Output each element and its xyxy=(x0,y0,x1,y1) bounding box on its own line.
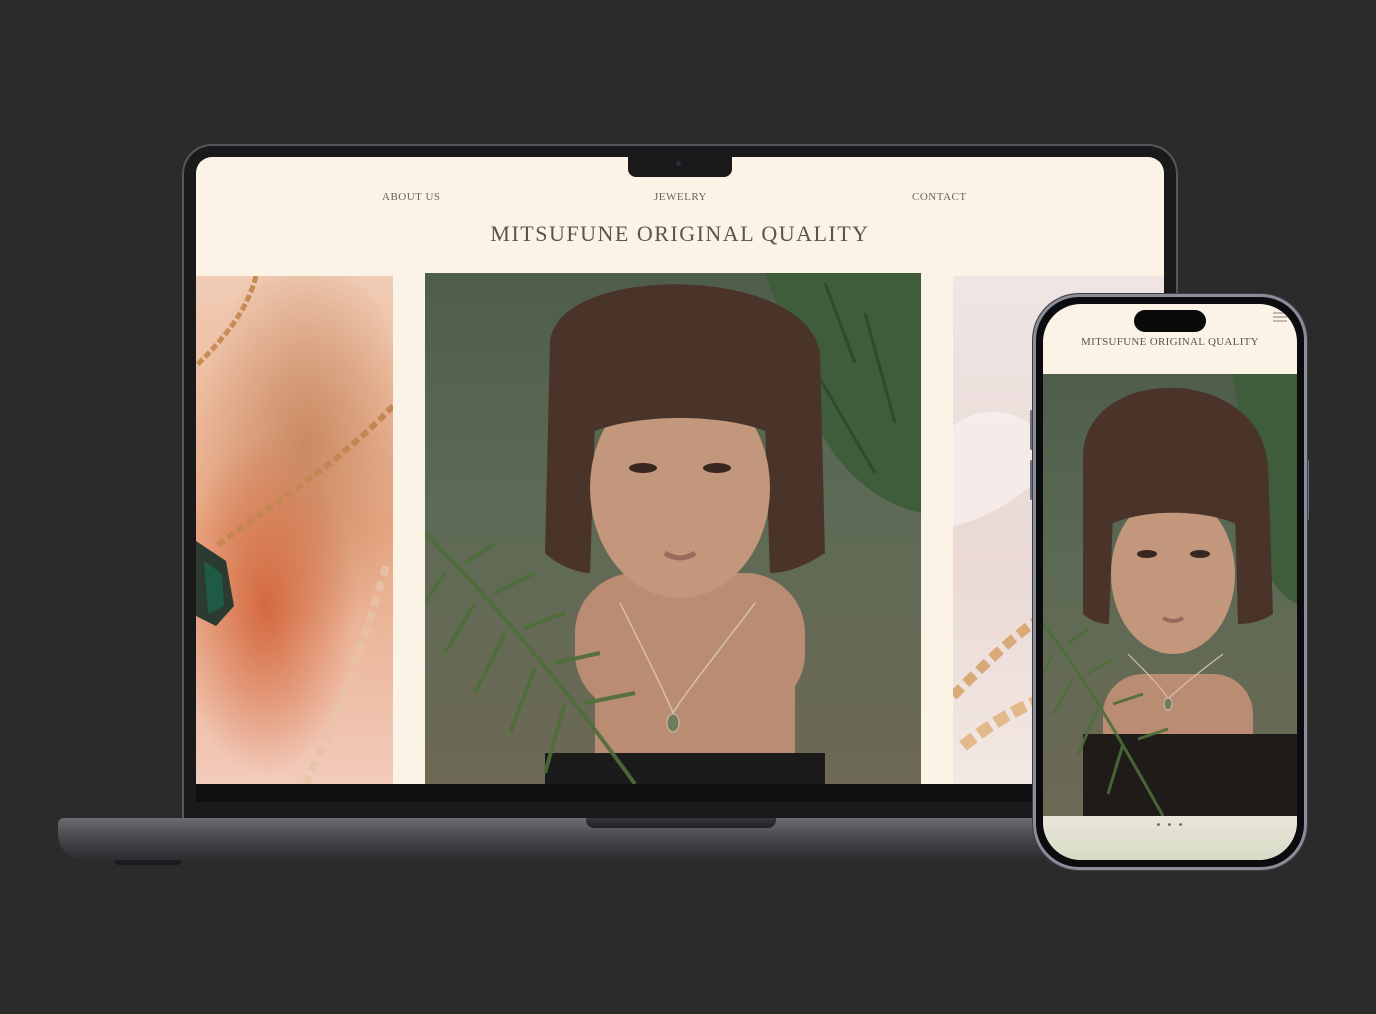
camera-icon xyxy=(676,161,681,166)
phone-site-title: MITSUFUNE ORIGINAL QUALITY xyxy=(1081,336,1259,348)
nav-about-us[interactable]: ABOUT US xyxy=(382,191,441,203)
dynamic-island xyxy=(1134,310,1206,332)
laptop-bezel xyxy=(196,784,1164,802)
mockup-stage: ABOUT US JEWELRY CONTACT MITSUFUNE ORIGI… xyxy=(0,0,1376,1014)
nav-contact[interactable]: CONTACT xyxy=(912,191,967,203)
laptop-screen: ABOUT US JEWELRY CONTACT MITSUFUNE ORIGI… xyxy=(196,157,1164,784)
laptop-foot xyxy=(115,860,181,865)
model-portrait-image xyxy=(425,273,921,784)
hamburger-menu-icon[interactable] xyxy=(1273,312,1287,322)
gallery-image-chain[interactable] xyxy=(196,276,393,784)
hero-model-image[interactable] xyxy=(425,273,921,784)
carousel-indicator[interactable]: • • • xyxy=(1043,820,1297,831)
model-portrait-image xyxy=(1043,374,1297,816)
phone-screen: MITSUFUNE ORIGINAL QUALITY • • • xyxy=(1043,304,1297,860)
laptop-base xyxy=(58,818,1058,860)
phone-hero-model-image[interactable] xyxy=(1043,374,1297,816)
laptop-notch xyxy=(628,157,732,177)
laptop-hinge xyxy=(586,818,776,828)
nav-jewelry[interactable]: JEWELRY xyxy=(654,191,707,203)
chain-necklace-image xyxy=(196,276,393,784)
site-title: MITSUFUNE ORIGINAL QUALITY xyxy=(490,221,870,246)
phone-footer: • • • xyxy=(1043,816,1297,860)
